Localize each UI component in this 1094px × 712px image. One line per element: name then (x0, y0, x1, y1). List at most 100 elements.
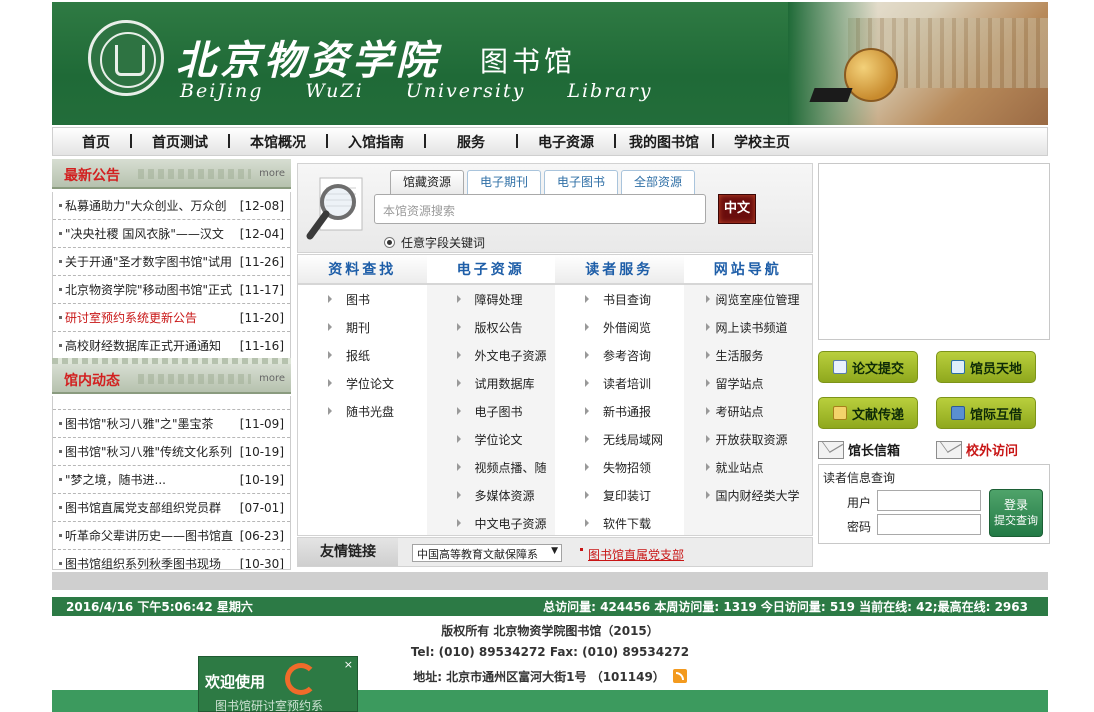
arrow-right-icon (456, 379, 461, 387)
interlibrary-loan-button[interactable]: 馆际互借 (936, 397, 1036, 429)
list-item[interactable]: 图书馆"秋习八雅"传统文化系列 [10-19] (53, 438, 290, 466)
user-input[interactable] (877, 490, 981, 511)
nav-guide[interactable]: 入馆指南 (326, 132, 425, 152)
tab-e-books[interactable]: 电子图书 (544, 170, 619, 194)
nav-my-library[interactable]: 我的图书馆 (614, 132, 713, 152)
list-item[interactable]: 高校财经数据库正式开通通知 [11-16] (53, 332, 290, 360)
nav-link[interactable]: 视频点播、随 (427, 453, 556, 481)
nav-school-home[interactable]: 学校主页 (712, 132, 811, 152)
password-label: 密码 (847, 520, 872, 534)
nav-link[interactable]: 新书通报 (555, 397, 684, 425)
bullet-icon (59, 260, 62, 263)
list-item[interactable]: "决央社稷 国风衣脉"——汉文 [12-04] (53, 220, 290, 248)
nav-link[interactable]: 随书光盘 (298, 397, 427, 425)
nav-link[interactable]: 就业站点 (684, 453, 813, 481)
arrow-right-icon (585, 379, 589, 387)
nav-link[interactable]: 失物招领 (555, 453, 684, 481)
nav-link[interactable]: 阅览室座位管理 (684, 285, 813, 313)
nav-link[interactable]: 生活服务 (684, 341, 813, 369)
list-item[interactable]: 图书馆组织系列秋季图书现场 [10-30] (53, 550, 290, 569)
list-item[interactable]: 图书馆"秋习八雅"之"墨宝茶 [11-09] (53, 410, 290, 438)
radio-label: 任意字段关键词 (401, 236, 486, 250)
column-title: 读者服务 (555, 255, 684, 285)
header-banner: 北京物资学院 图书馆 BeiJing WuZi University Libra… (52, 2, 1048, 125)
tab-all-resources[interactable]: 全部资源 (621, 170, 696, 194)
nav-link[interactable]: 电子图书 (427, 397, 556, 425)
search-field-option[interactable]: 任意字段关键词 (384, 234, 485, 251)
announcements-header: 最新公告 more (52, 159, 291, 189)
nav-link[interactable]: 期刊 (298, 313, 427, 341)
search-input[interactable]: 本馆资源搜索 (374, 194, 706, 224)
thesis-submit-button[interactable]: 论文提交 (818, 351, 918, 383)
arrow-right-icon (705, 407, 710, 415)
column-e-resources: 电子资源 障碍处理 版权公告 外文电子资源 试用数据库 电子图书 学位论文 视频… (426, 255, 556, 537)
nav-link[interactable]: 参考咨询 (555, 341, 684, 369)
nav-link[interactable]: 考研站点 (684, 397, 813, 425)
nav-link[interactable]: 学位论文 (298, 369, 427, 397)
news-more-link[interactable]: more (259, 373, 285, 384)
list-item[interactable]: 图书馆直属党支部组织党员群 [07-01] (53, 494, 290, 522)
bullet-icon (59, 562, 62, 565)
arrow-right-icon (328, 351, 332, 359)
nav-link[interactable]: 国内财经类大学 (684, 481, 813, 509)
nav-home-test[interactable]: 首页测试 (130, 132, 229, 152)
nav-link[interactable]: 开放获取资源 (684, 425, 813, 453)
tab-e-journals[interactable]: 电子期刊 (467, 170, 542, 194)
password-input[interactable] (877, 514, 981, 535)
rss-icon[interactable] (672, 669, 687, 683)
nav-services[interactable]: 服务 (424, 132, 517, 152)
nav-link[interactable]: 试用数据库 (427, 369, 556, 397)
tab-collection[interactable]: 馆藏资源 (390, 170, 465, 194)
arrow-right-icon (585, 435, 589, 443)
nav-link[interactable]: 障碍处理 (427, 285, 556, 313)
nav-link[interactable]: 图书 (298, 285, 427, 313)
list-item[interactable]: 私募通助力"大众创业、万众创 [12-08] (53, 192, 290, 220)
arrow-right-icon (705, 351, 710, 359)
list-item[interactable]: 北京物资学院"移动图书馆"正式 [11-17] (53, 276, 290, 304)
nav-link[interactable]: 报纸 (298, 341, 427, 369)
nav-link[interactable]: 软件下载 (555, 509, 684, 537)
bullet-icon (59, 478, 62, 481)
arrow-right-icon (456, 295, 461, 303)
list-item[interactable]: 研讨室预约系统更新公告 [11-20] (53, 304, 290, 332)
off-campus-access-link[interactable]: 校外访问 (936, 440, 1018, 459)
search-button[interactable]: 中文 (718, 194, 756, 224)
announcements-title: 最新公告 (64, 168, 120, 184)
welcome-popup[interactable]: 欢迎使用 × 图书馆研讨室预约系 (198, 656, 358, 712)
nav-link[interactable]: 读者培训 (555, 369, 684, 397)
nav-link[interactable]: 复印装订 (555, 481, 684, 509)
arrow-right-icon (328, 379, 332, 387)
friend-links-select[interactable]: 中国高等教育文献保障系 ▼ (412, 544, 562, 562)
nav-link[interactable]: 书目查询 (555, 285, 684, 313)
arrow-right-icon (705, 295, 710, 303)
nav-home[interactable]: 首页 (61, 132, 131, 152)
nav-link[interactable]: 网上读书频道 (684, 313, 813, 341)
radio-icon[interactable] (384, 237, 395, 248)
library-name: 图书馆 (480, 45, 577, 78)
nav-link[interactable]: 外借阅览 (555, 313, 684, 341)
nav-about[interactable]: 本馆概况 (228, 132, 327, 152)
nav-link[interactable]: 多媒体资源 (427, 481, 556, 509)
nav-link[interactable]: 外文电子资源 (427, 341, 556, 369)
party-branch-link[interactable]: 图书馆直属党支部 (588, 546, 684, 563)
nav-link[interactable]: 学位论文 (427, 425, 556, 453)
arrow-right-icon (585, 295, 589, 303)
nav-link[interactable]: 中文电子资源 (427, 509, 556, 537)
list-item[interactable]: 关于开通"圣才数字图书馆"试用 [11-26] (53, 248, 290, 276)
login-button[interactable]: 登录 提交查询 (989, 489, 1043, 537)
staff-area-button[interactable]: 馆员天地 (936, 351, 1036, 383)
arrow-right-icon (585, 463, 589, 471)
nav-link[interactable]: 留学站点 (684, 369, 813, 397)
director-mailbox-link[interactable]: 馆长信箱 (818, 440, 900, 459)
close-icon[interactable]: × (344, 658, 353, 671)
nav-e-resources[interactable]: 电子资源 (516, 132, 615, 152)
list-item[interactable]: 听革命父辈讲历史——图书馆直 [06-23] (53, 522, 290, 550)
welcome-subtitle[interactable]: 图书馆研讨室预约系 (215, 697, 323, 712)
arrow-right-icon (456, 491, 461, 499)
document-delivery-button[interactable]: 文献传递 (818, 397, 918, 429)
list-item[interactable]: "梦之境，随书进... [10-19] (53, 466, 290, 494)
nav-link[interactable]: 无线局域网 (555, 425, 684, 453)
arrow-right-icon (585, 323, 589, 331)
announcements-more-link[interactable]: more (259, 168, 285, 179)
nav-link[interactable]: 版权公告 (427, 313, 556, 341)
